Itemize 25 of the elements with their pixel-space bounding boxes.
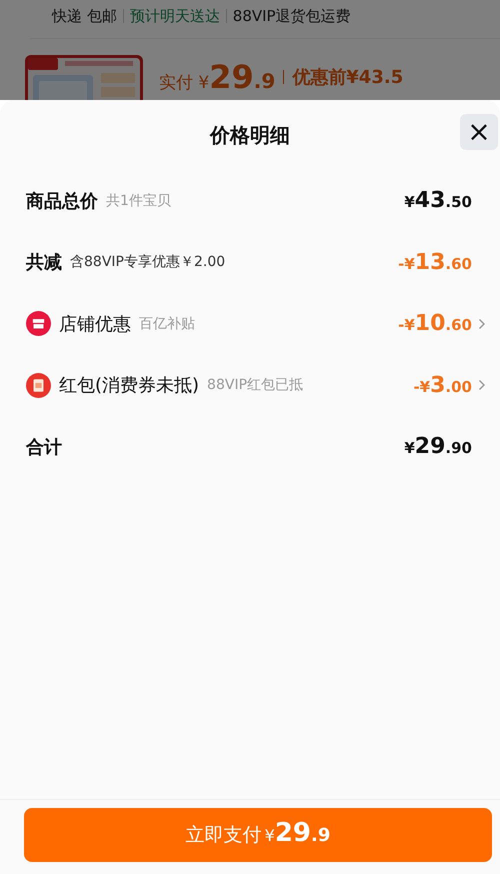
sheet-title: 价格明细 xyxy=(210,122,290,148)
row-label: 共减 xyxy=(26,251,62,274)
row-amount: -¥3.00 xyxy=(413,372,472,398)
shipping-info: 预计明天送达 xyxy=(130,6,220,26)
row-label: 合计 xyxy=(26,436,62,459)
row-note: 88VIP红包已抵 xyxy=(207,376,304,394)
original-price: 优惠前¥43.5 xyxy=(292,66,404,89)
paid-price: 实付 ¥29.9 xyxy=(159,58,276,96)
row-note: 共1件宝贝 xyxy=(106,192,171,210)
row-note: 含88VIP专享优惠￥2.00 xyxy=(70,253,226,272)
row-label: 红包(消费券未抵) xyxy=(59,374,200,398)
store-icon xyxy=(26,311,51,336)
row-label: 店铺优惠 xyxy=(59,312,131,336)
row-amount: -¥13.60 xyxy=(398,250,472,275)
chevron-icon[interactable] xyxy=(478,318,486,330)
close-button[interactable]: × xyxy=(460,114,498,150)
row-note: 百亿补贴 xyxy=(139,314,195,333)
envelope-icon xyxy=(26,372,51,398)
row-amount: -¥10.60 xyxy=(398,311,472,336)
shipping-info: 快递 包邮 xyxy=(52,6,117,26)
chevron-icon[interactable] xyxy=(478,379,486,392)
shipping-info: 88VIP退货包运费 xyxy=(232,6,351,26)
row-amount: ¥29.90 xyxy=(404,434,472,460)
row-label: 商品总价 xyxy=(26,190,98,213)
row-amount: ¥43.50 xyxy=(404,188,472,214)
